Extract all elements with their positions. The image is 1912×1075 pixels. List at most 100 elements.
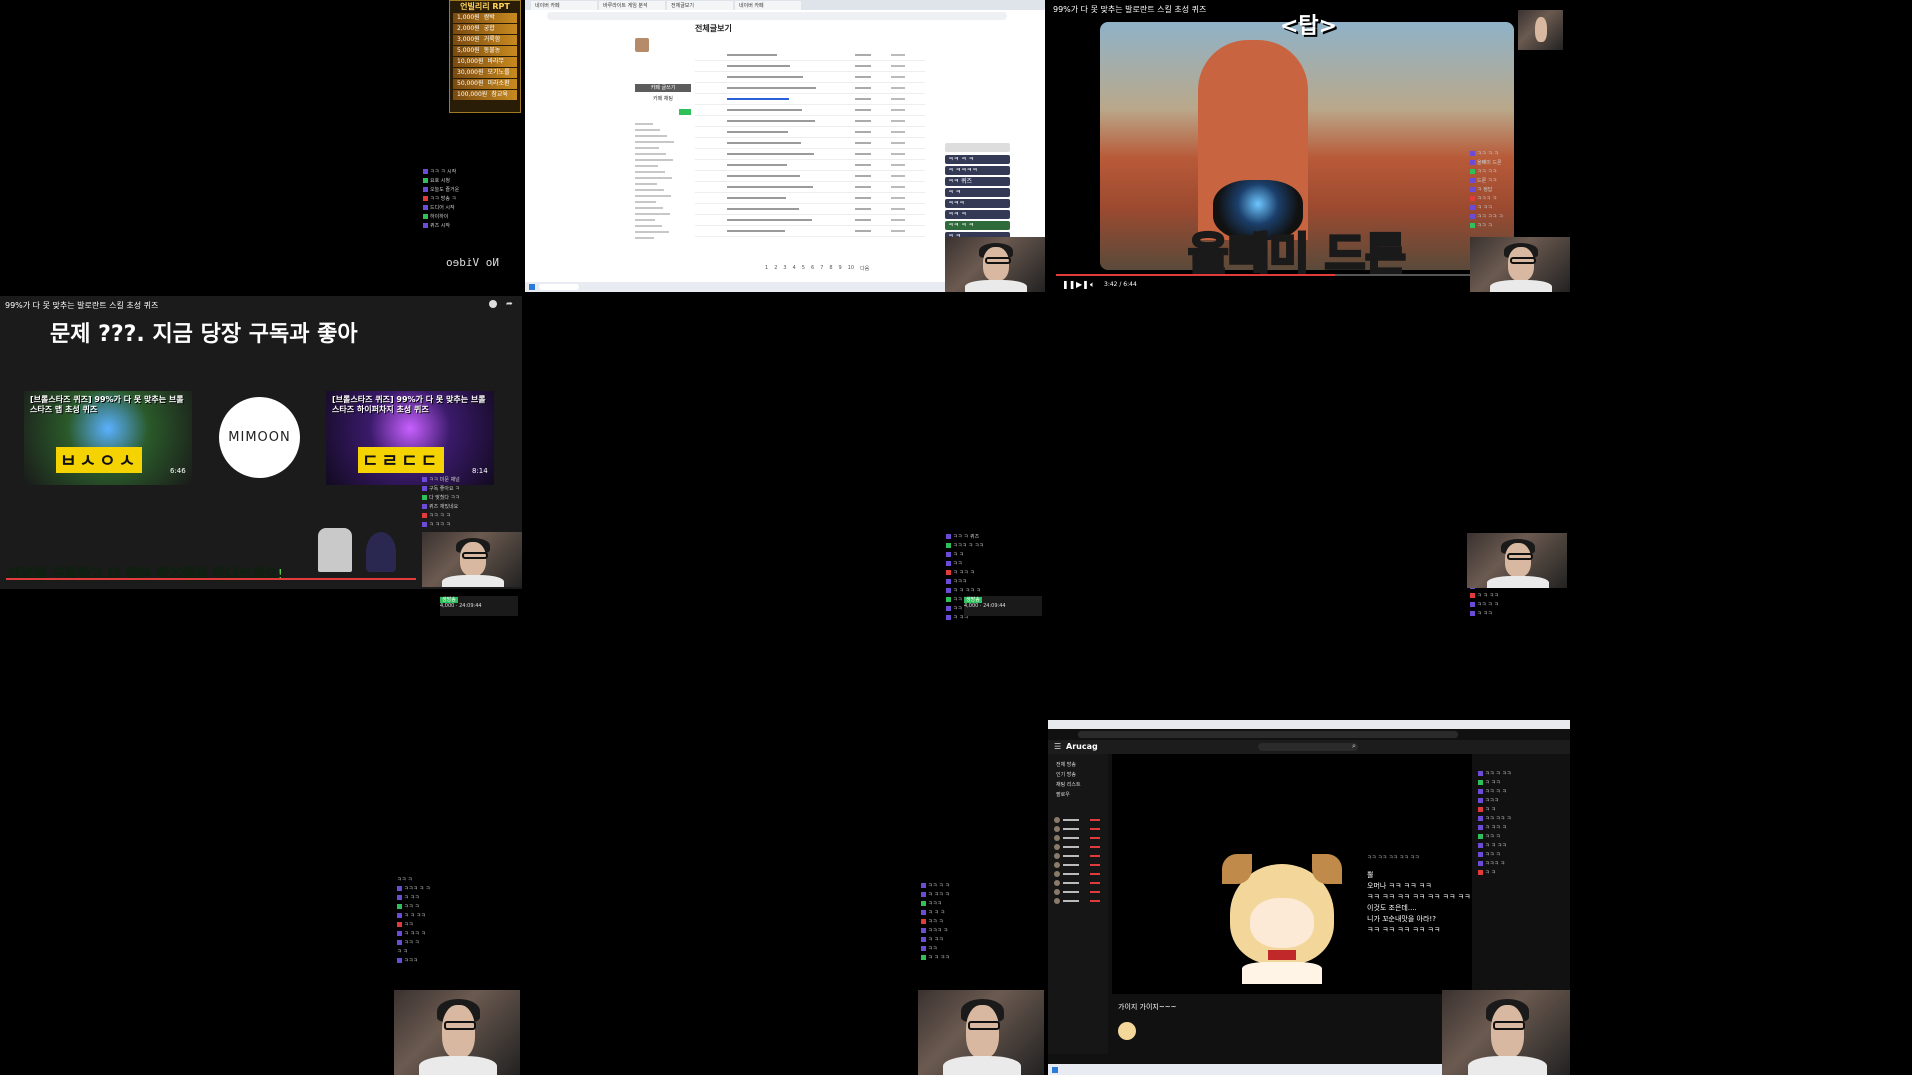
clock-icon[interactable] — [489, 300, 497, 308]
cafe-menu-item[interactable] — [635, 189, 664, 191]
endscreen-progress[interactable] — [6, 578, 416, 580]
table-row[interactable] — [695, 94, 925, 105]
followed-streamer[interactable] — [1054, 888, 1108, 897]
row-title-line — [727, 131, 788, 133]
browser-tab[interactable]: 바루라이트 게임 분석 — [599, 1, 665, 10]
table-row[interactable] — [695, 215, 925, 226]
pixel-characters — [318, 528, 408, 578]
page-link[interactable]: 2 — [774, 265, 777, 272]
page-link[interactable]: 1 — [765, 265, 768, 272]
cafe-menu-item[interactable] — [635, 183, 657, 185]
search-icon[interactable]: ⌕ — [1352, 742, 1356, 751]
next-button[interactable]: ▶❚ — [1076, 280, 1089, 289]
row-author-line — [855, 175, 871, 177]
table-row[interactable] — [695, 193, 925, 204]
cafe-menu-item[interactable] — [635, 171, 665, 173]
table-row[interactable] — [695, 50, 925, 61]
cafe-menu-item[interactable] — [635, 135, 667, 137]
browser-tab[interactable]: 전체글보기 — [667, 1, 733, 10]
stream-player[interactable]: ㅋㅋ ㅋㅋ ㅋㅋ ㅋㅋ ㅋㅋ 뿔 오머나 ㅋㅋ ㅋㅋ ㅋㅋ ㅋㅋ ㅋㅋ ㅋㅋ ㅋㅋ … — [1112, 754, 1472, 994]
stream-sidebar-item[interactable]: 인기 방송 — [1056, 770, 1108, 780]
page-link[interactable]: 4 — [793, 265, 796, 272]
cafe-menu-item[interactable] — [635, 225, 662, 227]
table-row[interactable] — [695, 127, 925, 138]
table-row[interactable] — [695, 61, 925, 72]
cafe-green-button[interactable] — [679, 109, 691, 115]
table-row[interactable] — [695, 149, 925, 160]
cafe-menu-item[interactable] — [635, 153, 666, 155]
donation-tier: 100,000원 참교육 — [453, 90, 517, 100]
followed-streamer[interactable] — [1054, 816, 1108, 825]
stream-address-bar[interactable] — [1078, 731, 1458, 738]
page-link[interactable]: 5 — [802, 265, 805, 272]
page-link[interactable]: 3 — [783, 265, 786, 272]
cafe-write-button[interactable]: 카페 글쓰기 — [635, 84, 691, 92]
table-row[interactable] — [695, 116, 925, 127]
table-row[interactable] — [695, 72, 925, 83]
table-row[interactable] — [695, 182, 925, 193]
webcam-small — [1518, 10, 1563, 50]
pause-button[interactable]: ❚❚ — [1062, 280, 1075, 289]
table-row[interactable] — [695, 204, 925, 215]
page-link[interactable]: 10 — [848, 265, 854, 272]
page-link[interactable]: 9 — [839, 265, 842, 272]
browser-tab[interactable]: 네이버 카페 — [531, 1, 597, 10]
followed-streamer[interactable] — [1054, 843, 1108, 852]
followed-streamer[interactable] — [1054, 825, 1108, 834]
avatar — [1054, 880, 1060, 886]
table-row[interactable] — [695, 105, 925, 116]
volume-icon[interactable]: 🔈︎ — [1090, 280, 1095, 290]
site-logo[interactable]: Arucag — [1066, 742, 1098, 751]
stream-sidebar-item[interactable]: 팔로우 — [1056, 790, 1108, 800]
table-row[interactable] — [695, 226, 925, 237]
menu-icon[interactable]: ☰ — [1054, 742, 1061, 751]
streamer-avatar[interactable] — [1118, 1022, 1136, 1040]
table-row[interactable] — [695, 83, 925, 94]
avatar — [1054, 889, 1060, 895]
followed-streamer[interactable] — [1054, 861, 1108, 870]
page-link[interactable]: 8 — [829, 265, 832, 272]
page-link[interactable]: 다음 — [860, 265, 869, 272]
stream-time: 24:09:44 — [459, 603, 482, 609]
cafe-menu-item[interactable] — [635, 231, 669, 233]
followed-streamer[interactable] — [1054, 897, 1108, 906]
video-card-right[interactable]: [브롤스타즈 퀴즈] 99%가 다 못 맞추는 브롤스타즈 하이퍼차지 초성 퀴… — [326, 391, 494, 485]
cafe-menu-item[interactable] — [635, 177, 672, 179]
browser-tab[interactable]: 네이버 카페 — [735, 1, 801, 10]
share-icon[interactable]: ➦ — [506, 299, 513, 308]
overlay-line: 뿔 — [1367, 871, 1374, 879]
page-link[interactable]: 7 — [820, 265, 823, 272]
stream-search-input[interactable] — [1258, 743, 1358, 751]
windows-start-icon[interactable] — [1052, 1067, 1058, 1073]
cafe-menu-item[interactable] — [635, 141, 674, 143]
cafe-menu-item[interactable] — [635, 201, 656, 203]
followed-streamer[interactable] — [1054, 834, 1108, 843]
cafe-chat-button[interactable]: 카페 채팅 — [635, 95, 691, 103]
cafe-menu-item[interactable] — [635, 219, 655, 221]
table-row[interactable] — [695, 138, 925, 149]
video-card-left[interactable]: [브롤스타즈 퀴즈] 99%가 다 못 맞추는 브롤스타즈 맵 초성 퀴즈 ㅂㅅ… — [24, 391, 192, 485]
table-row[interactable] — [695, 171, 925, 182]
viewer-count-line — [1090, 828, 1100, 830]
page-link[interactable]: 6 — [811, 265, 814, 272]
cafe-menu-item[interactable] — [635, 159, 673, 161]
windows-start-icon[interactable] — [529, 284, 535, 290]
cafe-menu-item[interactable] — [635, 207, 663, 209]
cafe-menu-item[interactable] — [635, 129, 660, 131]
followed-streamer[interactable] — [1054, 852, 1108, 861]
followed-streamer[interactable] — [1054, 879, 1108, 888]
address-bar[interactable] — [547, 12, 1007, 20]
cafe-menu-item[interactable] — [635, 213, 670, 215]
cafe-menu-item[interactable] — [635, 123, 653, 125]
stream-sidebar-item[interactable]: 전체 방송 — [1056, 760, 1108, 770]
streamer-title: 가이지 가이지~~~ — [1118, 1003, 1177, 1011]
channel-logo[interactable]: MIMOON — [219, 397, 300, 478]
followed-streamer[interactable] — [1054, 870, 1108, 879]
taskbar-search-input[interactable] — [539, 284, 579, 290]
cafe-menu-item[interactable] — [635, 195, 671, 197]
cafe-menu-item[interactable] — [635, 237, 654, 239]
cafe-menu-item[interactable] — [635, 165, 658, 167]
table-row[interactable] — [695, 160, 925, 171]
cafe-menu-item[interactable] — [635, 147, 659, 149]
stream-sidebar-item[interactable]: 채팅 리스트 — [1056, 780, 1108, 790]
